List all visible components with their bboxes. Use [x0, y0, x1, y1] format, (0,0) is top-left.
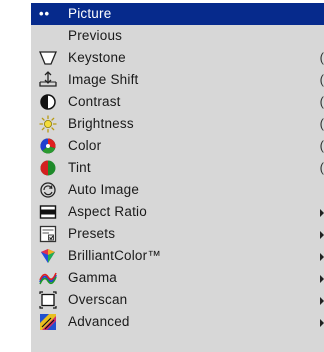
menu-item-aspect-ratio[interactable]: Aspect Ratio — [31, 201, 324, 223]
menu-item-label: Previous — [68, 28, 123, 43]
menu-item-advanced[interactable]: Advanced — [31, 311, 324, 333]
menu-item-overscan[interactable]: Overscan — [31, 289, 324, 311]
advanced-icon — [39, 313, 57, 331]
menu-item-label: Advanced — [68, 314, 130, 329]
value-indicator: ( — [319, 116, 324, 131]
menu-item-label: Brightness — [68, 116, 134, 131]
presets-icon — [39, 225, 57, 243]
menu-item-label: Aspect Ratio — [68, 204, 147, 219]
menu-item-gamma[interactable]: Gamma — [31, 267, 324, 289]
menu-item-label: Overscan — [68, 292, 128, 307]
menu-item-label: Picture — [68, 6, 112, 21]
aspect-ratio-icon — [39, 203, 57, 221]
menu-item-color[interactable]: Color ( — [31, 135, 324, 157]
menu-item-label: BrilliantColor™ — [68, 248, 162, 263]
menu-item-label: Presets — [68, 226, 116, 241]
submenu-arrow-icon — [320, 297, 324, 305]
menu-item-tint[interactable]: Tint ( — [31, 157, 324, 179]
menu-item-presets[interactable]: Presets — [31, 223, 324, 245]
dots-icon: •• — [39, 6, 51, 21]
menu-item-label: Contrast — [68, 94, 121, 109]
menu-item-label: Auto Image — [68, 182, 140, 197]
submenu-arrow-icon — [320, 253, 324, 261]
submenu-arrow-icon — [320, 231, 324, 239]
tint-icon — [39, 159, 57, 177]
submenu-arrow-icon — [320, 275, 324, 283]
value-indicator: ( — [319, 72, 324, 87]
overscan-icon — [39, 291, 57, 309]
menu-item-image-shift[interactable]: Image Shift ( — [31, 69, 324, 91]
contrast-icon — [39, 93, 57, 111]
menu-item-label: Gamma — [68, 270, 118, 285]
menu-item-label: Keystone — [68, 50, 126, 65]
menu-item-label: Tint — [68, 160, 91, 175]
value-indicator: ( — [319, 160, 324, 175]
image-shift-icon — [39, 71, 57, 89]
value-indicator: ( — [319, 50, 324, 65]
value-indicator: ( — [319, 138, 324, 153]
menu-item-picture[interactable]: •• Picture — [31, 3, 324, 25]
menu-item-brilliantcolor[interactable]: BrilliantColor™ — [31, 245, 324, 267]
value-indicator: ( — [319, 94, 324, 109]
menu-item-label: Color — [68, 138, 102, 153]
brightness-icon — [39, 115, 57, 133]
keystone-icon — [39, 49, 57, 67]
submenu-arrow-icon — [320, 319, 324, 327]
auto-image-icon — [39, 181, 57, 199]
gamma-icon — [39, 269, 57, 287]
menu-item-previous[interactable]: Previous — [31, 25, 324, 47]
menu-item-label: Image Shift — [68, 72, 139, 87]
picture-menu: •• Picture Previous Keystone ( Image Shi… — [31, 3, 324, 352]
menu-item-contrast[interactable]: Contrast ( — [31, 91, 324, 113]
menu-item-keystone[interactable]: Keystone ( — [31, 47, 324, 69]
brilliantcolor-icon — [39, 247, 57, 265]
submenu-arrow-icon — [320, 209, 324, 217]
menu-item-auto-image[interactable]: Auto Image — [31, 179, 324, 201]
color-icon — [39, 137, 57, 155]
menu-item-brightness[interactable]: Brightness ( — [31, 113, 324, 135]
